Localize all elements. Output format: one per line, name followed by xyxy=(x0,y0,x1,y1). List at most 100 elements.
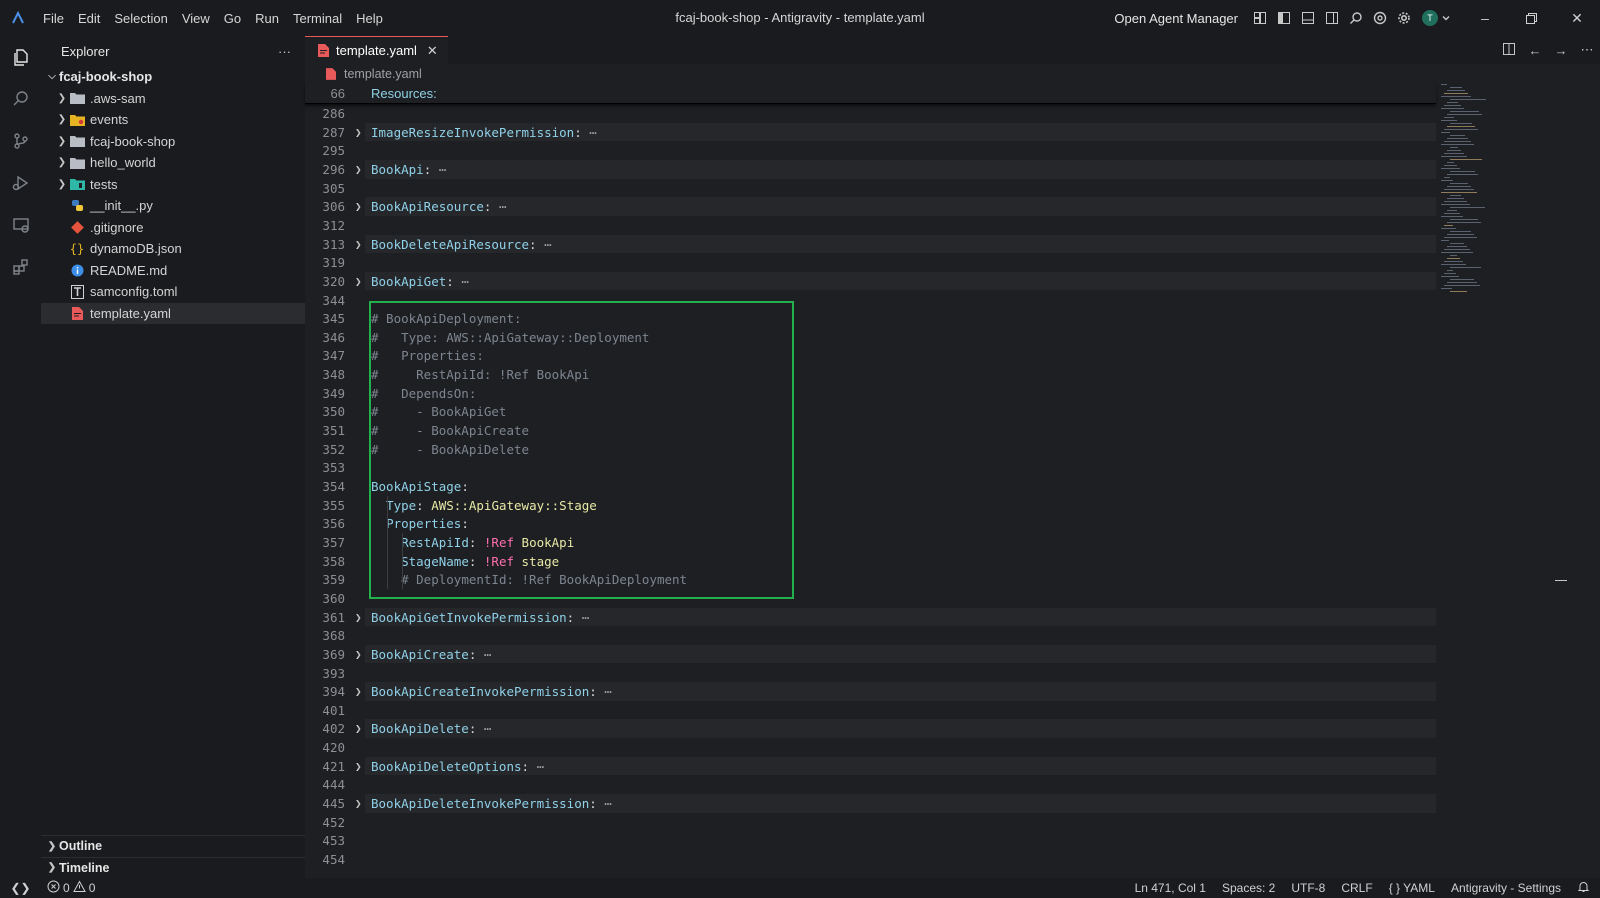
code-line[interactable]: # - BookApiCreate xyxy=(371,423,529,438)
customize-layout-icon[interactable] xyxy=(1248,6,1272,30)
restore-window-button[interactable] xyxy=(1508,0,1554,36)
search-icon[interactable] xyxy=(1344,6,1368,30)
line-number: 312 xyxy=(322,217,345,233)
navigate-back-icon[interactable]: ← xyxy=(1522,43,1548,58)
settings-status[interactable]: Antigravity - Settings xyxy=(1451,881,1561,895)
menu-edit[interactable]: Edit xyxy=(71,11,107,26)
tab-template-yaml[interactable]: template.yaml ✕ xyxy=(305,36,448,64)
fold-chevron-icon[interactable]: ❯ xyxy=(355,685,362,698)
toggle-panel-icon[interactable] xyxy=(1296,6,1320,30)
tree-item[interactable]: __init__.py xyxy=(41,195,305,217)
tree-item[interactable]: ❯ .aws-sam xyxy=(41,88,305,110)
code-line[interactable]: BookApiStage: xyxy=(371,479,469,494)
code-line[interactable]: # DeploymentId: !Ref BookApiDeployment xyxy=(371,572,687,587)
navigate-forward-icon[interactable]: → xyxy=(1548,43,1574,58)
timeline-section-header[interactable]: ❯ Timeline xyxy=(41,856,305,879)
sticky-scroll-header[interactable]: 66 Resources: xyxy=(305,84,1436,104)
explorer-icon[interactable] xyxy=(0,36,41,78)
code-line[interactable]: BookApiCreateInvokePermission: ⋯ xyxy=(371,684,612,699)
code-line[interactable]: # Properties: xyxy=(371,348,484,363)
menu-selection[interactable]: Selection xyxy=(107,11,174,26)
code-line[interactable]: Type: AWS::ApiGateway::Stage xyxy=(371,498,597,513)
breadcrumb-file[interactable]: template.yaml xyxy=(344,67,422,81)
code-line[interactable]: BookApiDelete: ⋯ xyxy=(371,721,491,736)
run-and-debug-icon[interactable] xyxy=(0,162,41,204)
chevron-down-icon[interactable] xyxy=(1438,6,1454,30)
extensions-icon[interactable] xyxy=(0,246,41,288)
fold-chevron-icon[interactable]: ❯ xyxy=(355,200,362,213)
fold-chevron-icon[interactable]: ❯ xyxy=(355,722,362,735)
outline-section-header[interactable]: ❯ Outline xyxy=(41,835,305,857)
search-view-icon[interactable] xyxy=(0,78,41,120)
tree-item[interactable]: ❯ tests xyxy=(41,174,305,196)
menu-view[interactable]: View xyxy=(175,11,217,26)
tree-item[interactable]: .gitignore xyxy=(41,217,305,239)
end-of-line[interactable]: CRLF xyxy=(1341,881,1372,895)
line-number: 360 xyxy=(322,590,345,606)
code-line[interactable]: BookApiGetInvokePermission: ⋯ xyxy=(371,610,589,625)
minimap[interactable] xyxy=(1441,84,1586,294)
open-agent-manager-button[interactable]: Open Agent Manager xyxy=(1114,11,1238,26)
account-avatar[interactable]: T xyxy=(1422,10,1438,26)
code-line[interactable]: BookApiGet: ⋯ xyxy=(371,274,469,289)
notifications-bell-icon[interactable] xyxy=(1577,880,1590,896)
code-line[interactable]: StageName: !Ref stage xyxy=(371,554,559,569)
menu-go[interactable]: Go xyxy=(217,11,248,26)
code-line[interactable]: # BookApiDeployment: xyxy=(371,311,522,326)
tree-item[interactable]: README.md xyxy=(41,260,305,282)
menu-file[interactable]: File xyxy=(36,11,71,26)
close-tab-icon[interactable]: ✕ xyxy=(427,43,438,59)
code-line[interactable]: BookApiResource: ⋯ xyxy=(371,199,506,214)
fold-chevron-icon[interactable]: ❯ xyxy=(355,648,362,661)
toggle-secondary-sidebar-icon[interactable] xyxy=(1320,6,1344,30)
minimize-window-button[interactable]: – xyxy=(1462,0,1508,36)
language-mode[interactable]: { } YAML xyxy=(1389,881,1435,895)
encoding[interactable]: UTF-8 xyxy=(1291,881,1325,895)
more-actions-button[interactable]: ··· xyxy=(278,44,291,59)
menu-bar: File Edit Selection View Go Run Terminal Help xyxy=(36,0,390,36)
settings-gear-icon[interactable] xyxy=(1392,6,1416,30)
code-line[interactable]: # Type: AWS::ApiGateway::Deployment xyxy=(371,330,649,345)
menu-help[interactable]: Help xyxy=(349,11,390,26)
tree-item[interactable]: template.yaml xyxy=(41,302,305,324)
code-line[interactable]: # - BookApiGet xyxy=(371,404,506,419)
code-line[interactable]: Properties: xyxy=(371,516,469,531)
code-line[interactable]: BookApi: ⋯ xyxy=(371,162,446,177)
code-line[interactable]: # RestApiId: !Ref BookApi xyxy=(371,367,589,382)
toggle-primary-sidebar-icon[interactable] xyxy=(1272,6,1296,30)
menu-run[interactable]: Run xyxy=(248,11,286,26)
split-editor-icon[interactable] xyxy=(1496,42,1522,59)
tree-item[interactable]: ❯ fcaj-book-shop xyxy=(41,131,305,153)
menu-terminal[interactable]: Terminal xyxy=(286,11,349,26)
code-line[interactable]: ImageResizeInvokePermission: ⋯ xyxy=(371,125,597,140)
remote-indicator-icon[interactable]: ❮❯ xyxy=(0,881,41,895)
more-actions-icon[interactable]: ⋯ xyxy=(1574,42,1600,58)
browser-icon[interactable] xyxy=(1368,6,1392,30)
tree-item[interactable]: samconfig.toml xyxy=(41,281,305,303)
source-control-icon[interactable] xyxy=(0,120,41,162)
remote-explorer-icon[interactable] xyxy=(0,204,41,246)
fold-chevron-icon[interactable]: ❯ xyxy=(355,238,362,251)
fold-chevron-icon[interactable]: ❯ xyxy=(355,760,362,773)
code-line[interactable]: BookApiDeleteOptions: ⋯ xyxy=(371,759,544,774)
fold-chevron-icon[interactable]: ❯ xyxy=(355,163,362,176)
problems-indicator[interactable]: 0 0 xyxy=(47,880,95,896)
indentation[interactable]: Spaces: 2 xyxy=(1222,881,1275,895)
code-line[interactable]: BookApiDeleteInvokePermission: ⋯ xyxy=(371,796,612,811)
tree-item[interactable]: {} dynamoDB.json xyxy=(41,238,305,260)
workspace-root-folder[interactable]: ⌵ fcaj-book-shop xyxy=(41,66,305,88)
fold-chevron-icon[interactable]: ❯ xyxy=(355,611,362,624)
code-line[interactable]: # DependsOn: xyxy=(371,386,476,401)
fold-chevron-icon[interactable]: ❯ xyxy=(355,275,362,288)
code-line[interactable]: BookDeleteApiResource: ⋯ xyxy=(371,237,552,252)
cursor-position[interactable]: Ln 471, Col 1 xyxy=(1135,881,1206,895)
code-line[interactable]: BookApiCreate: ⋯ xyxy=(371,647,491,662)
scrollbar-marker[interactable] xyxy=(1555,580,1567,581)
tree-item[interactable]: ❯ hello_world xyxy=(41,152,305,174)
minimap-line xyxy=(1441,192,1477,193)
code-line[interactable]: # - BookApiDelete xyxy=(371,442,529,457)
close-window-button[interactable]: ✕ xyxy=(1554,0,1600,36)
fold-chevron-icon[interactable]: ❯ xyxy=(355,797,362,810)
tree-item[interactable]: ❯ events xyxy=(41,109,305,131)
fold-chevron-icon[interactable]: ❯ xyxy=(355,126,362,139)
